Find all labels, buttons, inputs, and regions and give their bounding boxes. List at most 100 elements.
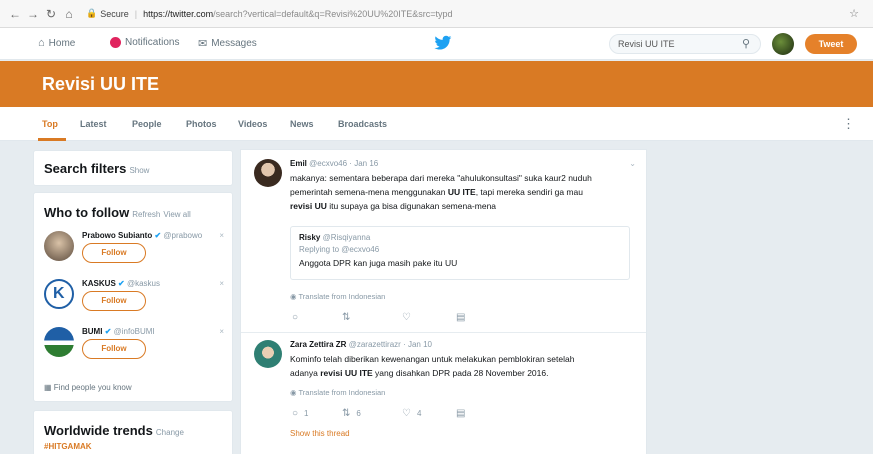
verified-icon: ✔ xyxy=(104,327,112,336)
tab-photos[interactable]: Photos xyxy=(186,119,217,129)
bird-icon[interactable] xyxy=(434,35,452,51)
retweet-icon: ⇅ xyxy=(342,408,351,419)
refresh-link[interactable]: Refresh xyxy=(132,210,160,219)
nav-messages[interactable]: ✉ Messages xyxy=(198,37,257,50)
search-tabs: Top Latest People Photos Videos News Bro… xyxy=(0,107,873,141)
nav-home[interactable]: ⌂ Home xyxy=(38,37,75,49)
trends-change-link[interactable]: Change xyxy=(156,428,184,437)
nav-messages-label: Messages xyxy=(211,38,257,49)
dm-icon[interactable]: ▤ xyxy=(456,408,465,419)
who-to-follow-header: Who to follow Refresh View all xyxy=(44,205,191,220)
tweet-text-part: Kominfo telah diberikan kewenangan untuk… xyxy=(290,354,575,364)
lock-icon: 🔒 xyxy=(86,8,98,18)
avatar[interactable] xyxy=(44,327,74,357)
follow-button[interactable]: Follow xyxy=(82,243,146,263)
find-people-label: Find people you know xyxy=(53,383,132,392)
home-icon[interactable]: ⌂ xyxy=(62,7,76,21)
reply-button[interactable]: ○ 1 xyxy=(292,408,309,419)
tweet-highlight: revisi UU ITE xyxy=(320,368,373,378)
globe-icon: ◉ xyxy=(290,388,297,397)
tab-news[interactable]: News xyxy=(290,119,314,129)
back-icon[interactable]: ← xyxy=(8,7,22,21)
account-name[interactable]: Prabowo Subianto ✔ @prabowo xyxy=(82,231,202,240)
like-button[interactable]: ♡ 4 xyxy=(402,408,421,419)
avatar[interactable] xyxy=(44,231,74,261)
account-handle: @kaskus xyxy=(126,279,160,288)
like-icon[interactable]: ♡ xyxy=(402,312,411,323)
trends-title: Worldwide trends xyxy=(44,423,153,438)
tweet[interactable]: Emil @ecxvo46 · Jan 16 ⌄ makanya: sement… xyxy=(241,150,646,328)
tab-videos[interactable]: Videos xyxy=(238,119,267,129)
tweet-text-part: yang disahkan DPR pada 28 November 2016. xyxy=(372,368,549,378)
tweet-dot: · xyxy=(349,159,352,168)
forward-icon[interactable]: → xyxy=(26,7,40,21)
tweet-highlight: revisi UU xyxy=(290,201,327,211)
tweet-author-name[interactable]: Zara Zettira ZR xyxy=(290,340,346,349)
search-input[interactable]: Revisi UU ITE xyxy=(609,34,761,54)
quoted-tweet[interactable]: Risky @Risqiyanna Replying to @ecxvo46 A… xyxy=(290,226,630,280)
mail-icon: ✉ xyxy=(198,38,208,50)
tweet-author-handle[interactable]: @zarazettirazr xyxy=(349,340,401,349)
tweet[interactable]: Zara Zettira ZR @zarazettirazr · Jan 10 … xyxy=(241,336,646,451)
reply-icon[interactable]: ○ xyxy=(292,312,298,323)
like-icon: ♡ xyxy=(402,408,411,419)
bookmark-icon[interactable]: ☆ xyxy=(849,7,865,20)
avatar[interactable]: K xyxy=(44,279,74,309)
show-thread-link[interactable]: Show this thread xyxy=(290,429,350,438)
retweet-button[interactable]: ⇅ 6 xyxy=(342,408,361,419)
dismiss-icon[interactable]: × xyxy=(219,279,224,288)
verified-icon: ✔ xyxy=(118,279,125,288)
search-filters-card: Search filters Show xyxy=(33,150,233,186)
tweet-date[interactable]: Jan 10 xyxy=(408,340,432,349)
like-count: 4 xyxy=(416,409,422,418)
view-all-link[interactable]: View all xyxy=(163,210,190,219)
retweet-count: 6 xyxy=(356,409,361,418)
trend-item[interactable]: #HITGAMAK xyxy=(44,442,92,451)
search-filters-show[interactable]: Show xyxy=(129,166,149,175)
search-timeline: Emil @ecxvo46 · Jan 16 ⌄ makanya: sement… xyxy=(240,149,647,454)
chevron-down-icon[interactable]: ⌄ xyxy=(629,159,636,168)
avatar[interactable] xyxy=(254,340,282,368)
address-bar[interactable]: 🔒 Secure | https://twitter.com /search?v… xyxy=(86,8,453,19)
tab-top[interactable]: Top xyxy=(42,119,58,129)
tweet-author-name[interactable]: Emil xyxy=(290,159,307,168)
tweet-header: Zara Zettira ZR @zarazettirazr · Jan 10 xyxy=(290,340,432,349)
follow-button[interactable]: Follow xyxy=(82,339,146,359)
tab-people[interactable]: People xyxy=(132,119,162,129)
translate-link[interactable]: ◉ Translate from Indonesian xyxy=(290,388,385,397)
search-icon[interactable]: ⚲ xyxy=(742,37,750,50)
follow-button[interactable]: Follow xyxy=(82,291,146,311)
quoted-tweet-header: Risky @Risqiyanna xyxy=(299,233,621,242)
kaskus-logo-icon: K xyxy=(53,285,65,302)
divider xyxy=(241,332,646,333)
tweet-author-handle[interactable]: @ecxvo46 xyxy=(309,159,347,168)
translate-link[interactable]: ◉ Translate from Indonesian xyxy=(290,292,385,301)
verified-icon: ✔ xyxy=(154,231,162,240)
tab-latest[interactable]: Latest xyxy=(80,119,107,129)
tab-broadcasts[interactable]: Broadcasts xyxy=(338,119,387,129)
avatar[interactable] xyxy=(772,33,794,55)
browser-toolbar: ← → ↻ ⌂ 🔒 Secure | https://twitter.com /… xyxy=(0,0,873,28)
quoted-author-handle: @Risqiyanna xyxy=(322,233,371,242)
reload-icon[interactable]: ↻ xyxy=(44,7,58,21)
retweet-icon[interactable]: ⇅ xyxy=(342,312,350,323)
tweet-button[interactable]: Tweet xyxy=(805,34,857,54)
globe-icon: ◉ xyxy=(290,292,297,301)
account-name[interactable]: BUMI ✔ @infoBUMI xyxy=(82,327,155,336)
dismiss-icon[interactable]: × xyxy=(219,327,224,336)
search-filters-title: Search filters xyxy=(44,161,127,176)
account-name[interactable]: KASKUS ✔ @kaskus xyxy=(82,279,160,288)
account-name-text: KASKUS xyxy=(82,279,116,288)
account-handle: @prabowo xyxy=(163,231,203,240)
avatar[interactable] xyxy=(254,159,282,187)
tweet-text-part: itu supaya ga bisa digunakan semena-mena xyxy=(326,201,497,211)
tweet-date[interactable]: Jan 16 xyxy=(354,159,378,168)
bell-icon xyxy=(110,37,121,48)
find-people-link[interactable]: ▦ Find people you know xyxy=(44,383,132,392)
more-options-icon[interactable]: ⋮ xyxy=(842,116,855,132)
search-filters-header: Search filters Show xyxy=(44,161,149,176)
people-icon: ▦ xyxy=(44,383,52,392)
nav-notifications[interactable]: Notifications xyxy=(110,37,179,48)
dm-icon[interactable]: ▤ xyxy=(456,312,465,323)
dismiss-icon[interactable]: × xyxy=(219,231,224,240)
